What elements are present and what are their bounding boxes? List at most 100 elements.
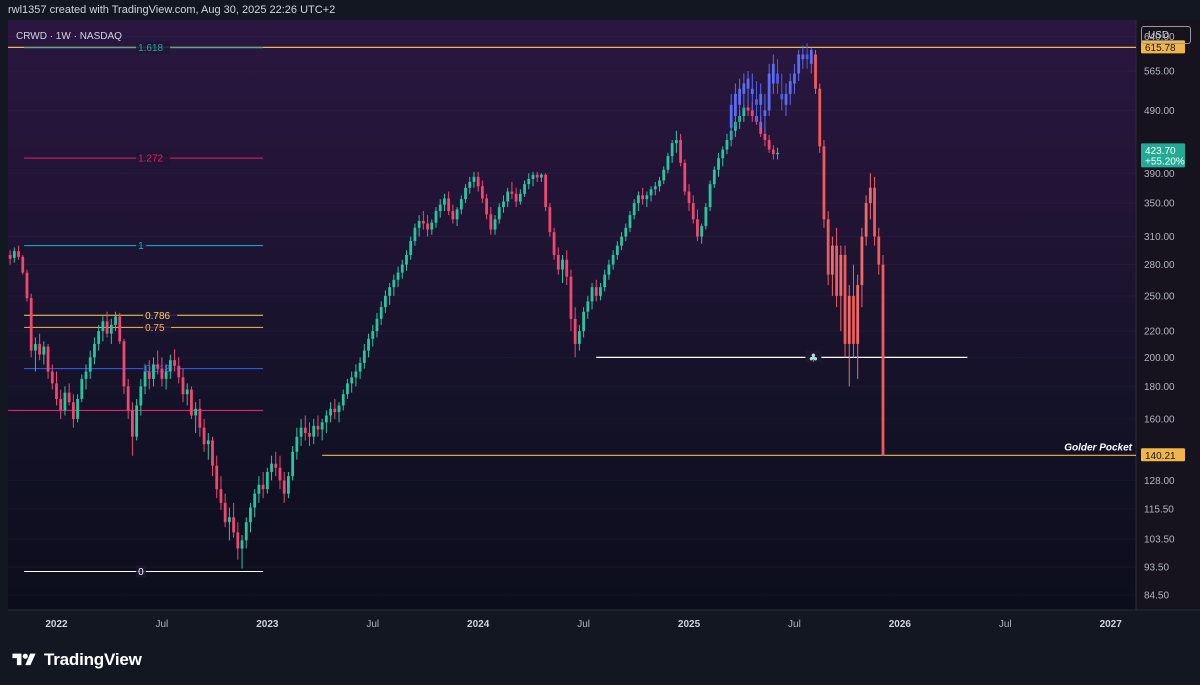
projection-blue-candle-body bbox=[805, 54, 809, 60]
projection-blue-candle-body bbox=[746, 78, 750, 89]
candle-body bbox=[611, 254, 615, 265]
candle-body bbox=[514, 193, 518, 202]
candle-body bbox=[607, 264, 611, 275]
golden-pocket-label: Golder Pocket bbox=[1064, 442, 1132, 453]
candle-body bbox=[93, 343, 96, 358]
time-scale-area bbox=[8, 610, 1200, 640]
x-tick-label: Jul bbox=[156, 619, 169, 630]
candle-body bbox=[130, 410, 134, 437]
candle-body bbox=[396, 272, 400, 280]
candle-body bbox=[725, 140, 729, 150]
candle-body bbox=[156, 364, 160, 369]
candle-body bbox=[202, 427, 206, 445]
y-tick-label: 565.00 bbox=[1144, 67, 1175, 78]
candle-body bbox=[29, 298, 33, 351]
candle-body bbox=[763, 133, 767, 141]
candle-body bbox=[434, 211, 438, 223]
projection-red-candle-body bbox=[847, 295, 851, 344]
candle-body bbox=[674, 140, 678, 144]
candle-body bbox=[160, 368, 164, 379]
candle-body bbox=[476, 176, 480, 187]
candle-body bbox=[510, 191, 514, 194]
projection-blue-candle-body bbox=[734, 93, 737, 117]
candle-body bbox=[443, 198, 446, 205]
candle-body bbox=[375, 318, 379, 332]
candle-body bbox=[367, 338, 370, 351]
candle-body bbox=[527, 178, 531, 185]
projection-red-candle-body bbox=[864, 203, 868, 237]
y-tick-label: 128.00 bbox=[1144, 476, 1175, 487]
projection-blue-candle-body bbox=[763, 110, 767, 117]
candle-body bbox=[67, 392, 71, 403]
candle-body bbox=[544, 174, 548, 208]
candle-body bbox=[257, 484, 261, 494]
candle-body bbox=[299, 427, 303, 437]
tradingview-logo[interactable]: TradingView bbox=[10, 650, 142, 670]
candle-body bbox=[126, 386, 130, 411]
projection-red-candle-body bbox=[822, 146, 826, 220]
candle-body bbox=[641, 195, 645, 200]
candle-body bbox=[384, 295, 387, 308]
candle-body bbox=[101, 321, 105, 332]
projection-blue-candle-body bbox=[780, 93, 784, 100]
candle-body bbox=[620, 236, 623, 246]
projection-red-candle-body bbox=[856, 285, 860, 344]
candle-body bbox=[670, 143, 674, 157]
candle-body bbox=[582, 311, 585, 332]
support-marker-icon: ♣ bbox=[808, 351, 818, 364]
currency-selector[interactable]: USD bbox=[1141, 26, 1191, 44]
candle-body bbox=[274, 463, 278, 468]
candle-body bbox=[354, 371, 358, 378]
projection-blue-candle-body bbox=[767, 73, 771, 111]
candle-body bbox=[320, 422, 324, 430]
candle-body bbox=[615, 245, 619, 255]
candle-body bbox=[219, 489, 223, 503]
candle-body bbox=[679, 140, 682, 163]
y-tick-label: 93.50 bbox=[1144, 563, 1169, 574]
candle-body bbox=[333, 408, 337, 413]
fib-label: 0.75 bbox=[145, 323, 165, 334]
tradingview-logo-text: TradingView bbox=[44, 650, 142, 669]
candle-body bbox=[97, 331, 101, 344]
candle-body bbox=[459, 199, 463, 210]
candle-body bbox=[211, 440, 214, 466]
projection-red-candle-body bbox=[868, 187, 872, 204]
projection-red-candle-body bbox=[860, 236, 864, 286]
candle-body bbox=[666, 156, 670, 170]
candle-body bbox=[21, 256, 25, 273]
price-badge: 140.21 bbox=[1145, 451, 1176, 462]
candle-body bbox=[556, 254, 560, 270]
candle-body bbox=[341, 394, 345, 406]
candle-body bbox=[430, 222, 434, 230]
y-tick-label: 103.50 bbox=[1144, 534, 1175, 545]
candle-body bbox=[63, 392, 67, 411]
fib-label: 0.786 bbox=[145, 311, 170, 322]
candle-body bbox=[506, 191, 510, 202]
projection-red-candle-body bbox=[835, 245, 839, 296]
candle-body bbox=[577, 331, 581, 344]
x-tick-label: 2023 bbox=[256, 619, 279, 630]
candle-body bbox=[561, 259, 564, 270]
projection-blue-candle-body bbox=[788, 81, 792, 94]
candle-body bbox=[603, 274, 607, 288]
candle-body bbox=[413, 227, 417, 242]
candle-body bbox=[451, 211, 455, 220]
candle-body bbox=[708, 184, 712, 208]
candle-body bbox=[181, 377, 185, 395]
candle-body bbox=[658, 180, 661, 187]
x-tick-label: 2026 bbox=[889, 619, 912, 630]
candle-body bbox=[624, 227, 628, 237]
candle-body bbox=[696, 219, 699, 237]
candle-body bbox=[468, 181, 472, 188]
candle-body bbox=[704, 207, 708, 227]
candle-body bbox=[253, 493, 257, 508]
candle-body bbox=[194, 408, 198, 416]
candle-body bbox=[379, 307, 383, 319]
x-tick-label: Jul bbox=[788, 619, 801, 630]
candle-body bbox=[105, 321, 109, 334]
candle-body bbox=[265, 471, 269, 490]
projection-blue-candle-body bbox=[809, 49, 813, 64]
candle-body bbox=[362, 350, 366, 363]
price-chart[interactable]: Golder Pocket♣ 1.6181.27210.7860.750.618… bbox=[0, 0, 1200, 640]
candle-body bbox=[232, 517, 235, 533]
